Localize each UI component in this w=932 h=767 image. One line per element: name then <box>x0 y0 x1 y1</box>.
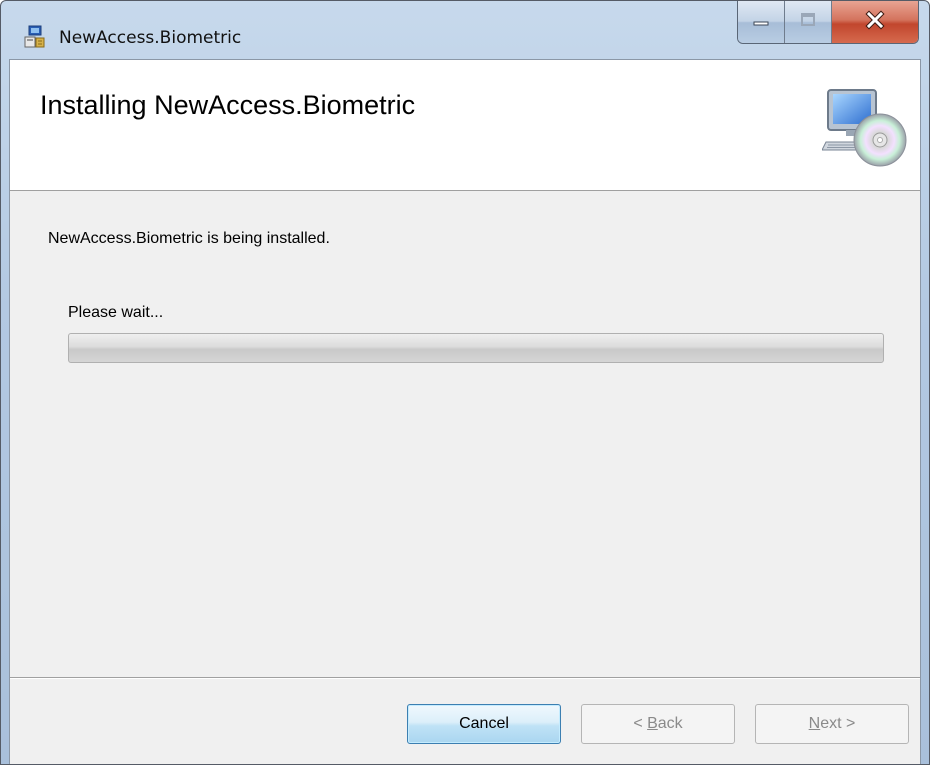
window-controls <box>737 1 919 44</box>
close-icon <box>864 9 886 35</box>
install-progress-bar <box>68 333 884 363</box>
footer-divider <box>10 677 920 679</box>
cancel-button[interactable]: Cancel <box>407 704 561 744</box>
install-status-text: NewAccess.Biometric is being installed. <box>48 230 330 247</box>
please-wait-label: Please wait... <box>68 304 164 321</box>
installer-icon <box>23 25 47 49</box>
back-button-mnemonic: B <box>647 715 658 732</box>
maximize-button[interactable] <box>785 1 832 43</box>
dialog-body: Installing NewAccess.Biometric NewAccess… <box>9 59 921 764</box>
computer-disc-icon <box>821 84 908 170</box>
header-banner: Installing NewAccess.Biometric <box>10 60 920 191</box>
maximize-icon <box>799 12 817 33</box>
back-button-prefix: < <box>633 715 648 732</box>
page-title: Installing NewAccess.Biometric <box>40 90 416 120</box>
back-button[interactable]: < Back <box>581 704 735 744</box>
back-button-label: ack <box>657 715 683 732</box>
next-button-mnemonic: N <box>808 715 821 732</box>
minimize-button[interactable] <box>738 1 785 43</box>
next-button[interactable]: Next > <box>755 704 909 744</box>
next-button-label: ext > <box>820 715 856 732</box>
cancel-button-label: Cancel <box>459 715 509 732</box>
title-bar[interactable]: NewAccess.Biometric <box>1 1 929 59</box>
minimize-icon <box>752 13 770 31</box>
installer-window: NewAccess.Biometric Installing NewAccess… <box>0 0 930 765</box>
close-button[interactable] <box>832 1 918 43</box>
window-title: NewAccess.Biometric <box>59 28 242 48</box>
